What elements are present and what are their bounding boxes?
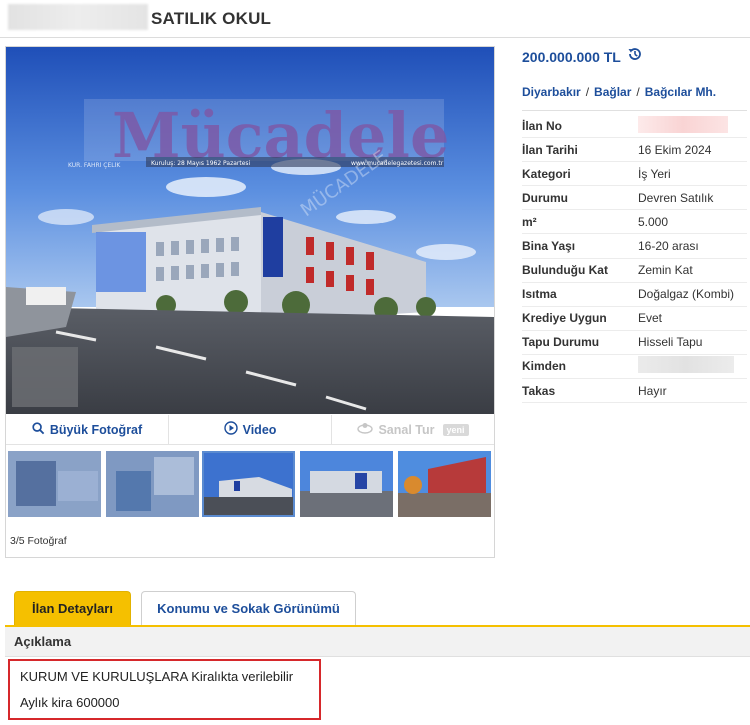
price-row: 200.000.000 TL bbox=[522, 46, 643, 67]
tab-listing-details[interactable]: İlan Detayları bbox=[14, 591, 131, 625]
detail-label: İlan Tarihi bbox=[522, 142, 578, 157]
detail-row: İlan No bbox=[522, 114, 747, 139]
detail-label: m² bbox=[522, 214, 537, 229]
virtual-tour-label: Sanal Tur bbox=[378, 422, 435, 437]
big-photo-button[interactable]: Büyük Fotoğraf bbox=[6, 415, 169, 444]
thumbnail-3-active[interactable] bbox=[202, 451, 295, 517]
description-box: KURUM VE KURULUŞLARA Kiralıkta verilebil… bbox=[8, 659, 321, 720]
watermark-founded: Kuruluş: 28 Mayıs 1962 Pazartesi bbox=[151, 160, 251, 167]
detail-row: Tapu Durumu Hisseli Tapu bbox=[522, 331, 747, 355]
virtual-tour-icon bbox=[357, 422, 374, 438]
redacted-seller bbox=[638, 356, 734, 374]
description-header: Açıklama bbox=[5, 627, 750, 657]
price: 200.000.000 TL bbox=[522, 48, 621, 65]
description-heading: Açıklama bbox=[14, 634, 72, 649]
description-line-2: Aylık kira 600000 bbox=[20, 695, 120, 710]
watermark-side: KUR. FAHRİ ÇELİK bbox=[68, 162, 121, 169]
location-breadcrumb: Diyarbakır / Bağlar / Bağcılar Mh. bbox=[522, 85, 717, 99]
virtual-tour-button[interactable]: Sanal Tur yeni bbox=[332, 415, 494, 444]
detail-value: Hayır bbox=[638, 383, 667, 398]
details-table: İlan No İlan Tarihi 16 Ekim 2024 Kategori… bbox=[522, 114, 747, 404]
detail-row: Takas Hayır bbox=[522, 379, 747, 404]
detail-label: Kategori bbox=[522, 166, 571, 181]
photo-gallery: Mücadele Kuruluş: 28 Mayıs 1962 Pazartes… bbox=[5, 46, 495, 558]
detail-row: Durumu Devren Satılık bbox=[522, 186, 747, 211]
detail-label: Bulunduğu Kat bbox=[522, 263, 608, 278]
media-bar: Büyük Fotoğraf Video Sanal Tur yeni bbox=[6, 415, 494, 445]
detail-label: Bina Yaşı bbox=[522, 239, 576, 254]
video-label: Video bbox=[242, 422, 277, 437]
detail-value: Evet bbox=[638, 311, 663, 326]
tab-location-street-view[interactable]: Konumu ve Sokak Görünümü bbox=[141, 591, 356, 625]
photo-counter: 3/5 Fotoğraf bbox=[10, 535, 67, 547]
details-divider bbox=[522, 110, 747, 111]
detail-row: m² 5.000 bbox=[522, 210, 747, 235]
thumbnail-4[interactable] bbox=[300, 451, 393, 517]
detail-row: Kimden bbox=[522, 355, 747, 380]
big-photo-label: Büyük Fotoğraf bbox=[49, 422, 143, 437]
new-badge: yeni bbox=[442, 423, 469, 436]
detail-value: 16-20 arası bbox=[638, 239, 699, 254]
detail-row: Bulunduğu Kat Zemin Kat bbox=[522, 259, 747, 283]
detail-row: Isıtma Doğalgaz (Kombi) bbox=[522, 283, 747, 307]
detail-value: İş Yeri bbox=[638, 166, 671, 181]
detail-row: Bina Yaşı 16-20 arası bbox=[522, 234, 747, 259]
detail-row: İlan Tarihi 16 Ekim 2024 bbox=[522, 138, 747, 163]
redacted-listing-number bbox=[638, 115, 728, 133]
page-title: SATILIK OKUL bbox=[151, 9, 272, 28]
detail-value: Doğalgaz (Kombi) bbox=[638, 287, 735, 302]
detail-value: Hisseli Tapu bbox=[638, 335, 703, 350]
detail-value: Zemin Kat bbox=[638, 263, 693, 278]
video-button[interactable]: Video bbox=[169, 415, 332, 444]
detail-row: Kategori İş Yeri bbox=[522, 162, 747, 187]
thumbnail-1[interactable] bbox=[8, 451, 101, 517]
detail-label: Tapu Durumu bbox=[522, 335, 600, 350]
thumbnail-strip bbox=[6, 447, 494, 521]
detail-value: 5.000 bbox=[638, 214, 669, 229]
main-photo[interactable]: Mücadele Kuruluş: 28 Mayıs 1962 Pazartes… bbox=[6, 47, 494, 414]
redacted-title-prefix bbox=[8, 4, 148, 30]
detail-label: Durumu bbox=[522, 190, 568, 205]
detail-label: Kimden bbox=[522, 359, 567, 374]
detail-label: Krediye Uygun bbox=[522, 311, 607, 326]
play-icon bbox=[223, 421, 238, 438]
detail-value: Devren Satılık bbox=[638, 190, 714, 205]
breadcrumb-district[interactable]: Bağlar bbox=[594, 85, 631, 99]
description-line-1: KURUM VE KURULUŞLARA Kiralıkta verilebil… bbox=[20, 669, 294, 684]
title-bar: SATILIK OKUL bbox=[0, 0, 750, 38]
breadcrumb-neighborhood[interactable]: Bağcılar Mh. bbox=[645, 85, 716, 99]
thumbnail-2[interactable] bbox=[106, 451, 199, 517]
breadcrumb-city[interactable]: Diyarbakır bbox=[522, 85, 581, 99]
detail-label: Takas bbox=[522, 383, 556, 398]
magnifier-icon bbox=[32, 421, 45, 438]
detail-value: 16 Ekim 2024 bbox=[638, 142, 712, 157]
thumbnail-5[interactable] bbox=[398, 451, 491, 517]
price-history-icon[interactable] bbox=[627, 46, 643, 67]
detail-label: Isıtma bbox=[522, 287, 557, 302]
detail-row: Krediye Uygun Evet bbox=[522, 307, 747, 331]
detail-label: İlan No bbox=[522, 118, 563, 133]
